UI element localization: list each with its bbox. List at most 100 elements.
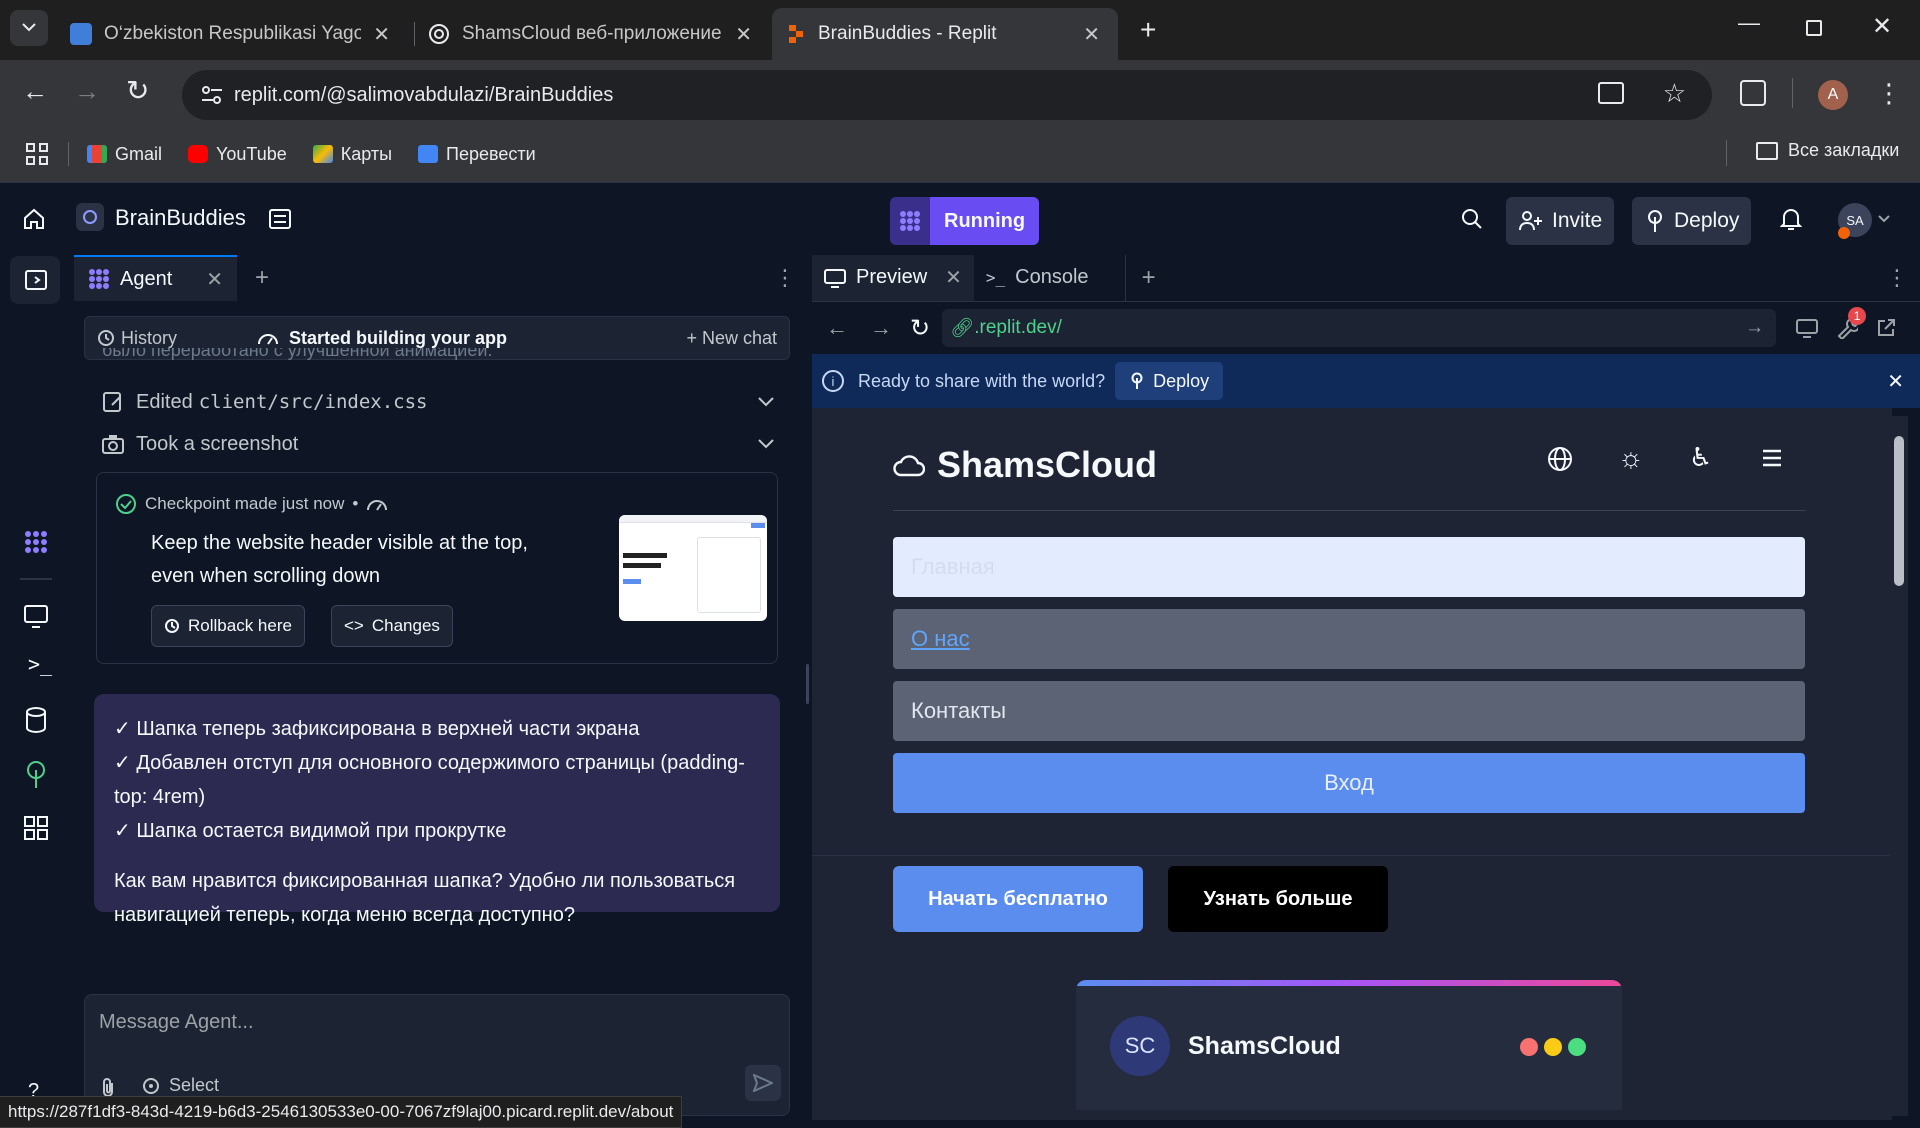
tab-preview[interactable]: Preview ✕ (812, 254, 974, 301)
browser-menu-icon[interactable]: ⋮ (1876, 78, 1902, 108)
close-tab-icon[interactable]: ✕ (945, 265, 962, 290)
tab-console[interactable]: >_ Console (974, 254, 1126, 301)
profile-avatar[interactable]: A (1818, 80, 1848, 110)
nav-link-contacts[interactable]: Контакты (893, 681, 1805, 741)
chevron-down-icon (758, 397, 774, 407)
start-free-button[interactable]: Начать бесплатно (893, 866, 1143, 932)
sun-theme-icon[interactable]: ☼ (1618, 442, 1644, 474)
invite-button[interactable]: Invite (1506, 197, 1615, 245)
preview-forward-icon[interactable]: → (870, 315, 892, 341)
share-deploy-button[interactable]: Deploy (1115, 362, 1224, 400)
toggle-sidebar-button[interactable] (10, 256, 60, 304)
scrollbar-thumb[interactable] (1894, 436, 1904, 586)
run-button[interactable]: Running (890, 197, 1040, 245)
panel-resize-handle[interactable] (806, 664, 809, 704)
globe-icon[interactable] (1547, 446, 1573, 472)
action-edited-file[interactable]: Edited client/src/index.css (102, 382, 774, 422)
open-url-arrow-icon[interactable]: → (1745, 317, 1764, 339)
new-tab-icon[interactable]: + (1140, 14, 1156, 46)
bookmark-maps[interactable]: Карты (312, 144, 392, 165)
chevron-down-icon[interactable] (1878, 215, 1890, 223)
tab-list-button[interactable] (10, 10, 48, 46)
close-tab-icon[interactable]: ✕ (206, 267, 223, 292)
tab-agent[interactable]: Agent ✕ (74, 255, 238, 301)
window-dot-red (1520, 1038, 1538, 1056)
browser-tab-3-active[interactable]: BrainBuddies - Replit ✕ (772, 8, 1118, 60)
back-icon[interactable]: ← (22, 76, 48, 107)
search-icon[interactable] (1460, 207, 1484, 231)
checkpoint-screenshot-thumbnail[interactable] (619, 515, 767, 621)
all-bookmarks-folder[interactable]: Все закладки (1756, 140, 1899, 161)
message-agent-input[interactable]: Message Agent... (99, 1011, 254, 1034)
close-tab-icon[interactable]: ✕ (735, 22, 752, 47)
panel-menu-icon[interactable]: ⋮ (774, 265, 796, 291)
rollback-button[interactable]: Rollback here (151, 605, 305, 647)
learn-more-button[interactable]: Узнать больше (1168, 866, 1388, 932)
send-button[interactable] (745, 1065, 781, 1101)
code-icon: <> (344, 616, 364, 635)
accessibility-icon[interactable]: ♿︎ (1689, 442, 1712, 473)
bookmark-gmail[interactable]: Gmail (87, 144, 162, 165)
nav-link-home[interactable]: Главная (893, 537, 1805, 597)
deployments-icon[interactable] (20, 758, 52, 790)
open-new-window-icon[interactable] (1876, 318, 1896, 338)
bookmark-translate[interactable]: Перевести (418, 144, 536, 165)
bookmark-star-icon[interactable]: ☆ (1663, 78, 1686, 109)
browser-tab-2[interactable]: ShamsCloud веб-приложение ✕ (414, 8, 770, 60)
nav-link-about[interactable]: О нас (893, 609, 1805, 669)
restore-icon[interactable] (1806, 20, 1822, 36)
home-icon[interactable] (22, 207, 46, 231)
add-tab-icon[interactable]: + (255, 264, 269, 292)
close-window-icon[interactable]: ✕ (1872, 12, 1892, 41)
select-element-button[interactable]: Select (141, 1075, 219, 1096)
extensions-icon[interactable] (1740, 80, 1766, 106)
new-chat-button[interactable]: + New chat (686, 328, 777, 349)
shell-rail-icon[interactable]: >_ (28, 652, 52, 676)
preview-back-icon[interactable]: ← (826, 315, 848, 341)
maps-icon (312, 145, 333, 163)
run-status: Running (930, 197, 1040, 245)
close-tab-icon[interactable]: ✕ (1083, 22, 1100, 47)
close-tab-icon[interactable]: ✕ (373, 22, 390, 47)
site-logo[interactable]: ShamsCloud (893, 444, 1157, 486)
add-tab-icon[interactable]: + (1142, 264, 1156, 292)
changes-button[interactable]: <> Changes (331, 605, 453, 647)
preview-url-bar[interactable]: 🔗︎ .replit.dev/ → (942, 309, 1777, 347)
bookmark-youtube[interactable]: YouTube (188, 144, 287, 165)
cloud-icon (893, 455, 925, 477)
send-icon (753, 1074, 773, 1092)
site-info-icon[interactable] (200, 84, 224, 106)
devtools-button[interactable]: 1 (1836, 307, 1867, 339)
close-banner-icon[interactable]: ✕ (1887, 369, 1904, 394)
apps-grid-icon[interactable] (26, 143, 48, 165)
preview-scrollbar[interactable] (1890, 416, 1908, 1116)
history-button[interactable]: History (97, 328, 177, 349)
session-title[interactable]: Started building your app (257, 328, 507, 349)
panel-menu-icon[interactable]: ⋮ (1886, 265, 1908, 291)
preview-reload-icon[interactable]: ↻ (910, 314, 930, 343)
preview-rail-icon[interactable] (20, 600, 52, 632)
browser-tab-1[interactable]: O‘zbekiston Respublikasi Yagona ✕ (56, 8, 408, 60)
hamburger-menu-icon[interactable] (1761, 448, 1783, 468)
all-tools-grid-icon[interactable] (20, 812, 52, 844)
bookmarks-bar: Gmail YouTube Карты Перевести (0, 128, 1920, 180)
notifications-bell-icon[interactable] (1780, 207, 1802, 231)
left-tool-rail: >_ ? (0, 254, 72, 1128)
reload-icon[interactable]: ↻ (126, 74, 149, 107)
agent-rail-icon[interactable] (20, 526, 52, 558)
replit-favicon-icon (789, 25, 803, 43)
database-icon[interactable] (20, 704, 52, 736)
minimize-icon[interactable]: — (1738, 10, 1760, 36)
nav-login-button[interactable]: Вход (893, 753, 1805, 813)
address-bar[interactable]: replit.com/@salimovabdulazi/BrainBuddies… (182, 70, 1712, 120)
project-icon[interactable] (76, 203, 104, 231)
message-line: ✓ Шапка остается видимой при прокрутке (114, 820, 507, 842)
project-name[interactable]: BrainBuddies (115, 205, 246, 231)
deploy-button[interactable]: Deploy (1632, 197, 1752, 245)
project-menu-icon[interactable] (268, 207, 292, 231)
action-screenshot[interactable]: Took a screenshot (102, 424, 774, 464)
device-preview-icon[interactable] (1796, 318, 1819, 338)
tab-title: O‘zbekiston Respublikasi Yagona (104, 23, 362, 44)
install-app-icon[interactable] (1598, 82, 1624, 104)
forward-icon[interactable]: → (74, 76, 100, 107)
